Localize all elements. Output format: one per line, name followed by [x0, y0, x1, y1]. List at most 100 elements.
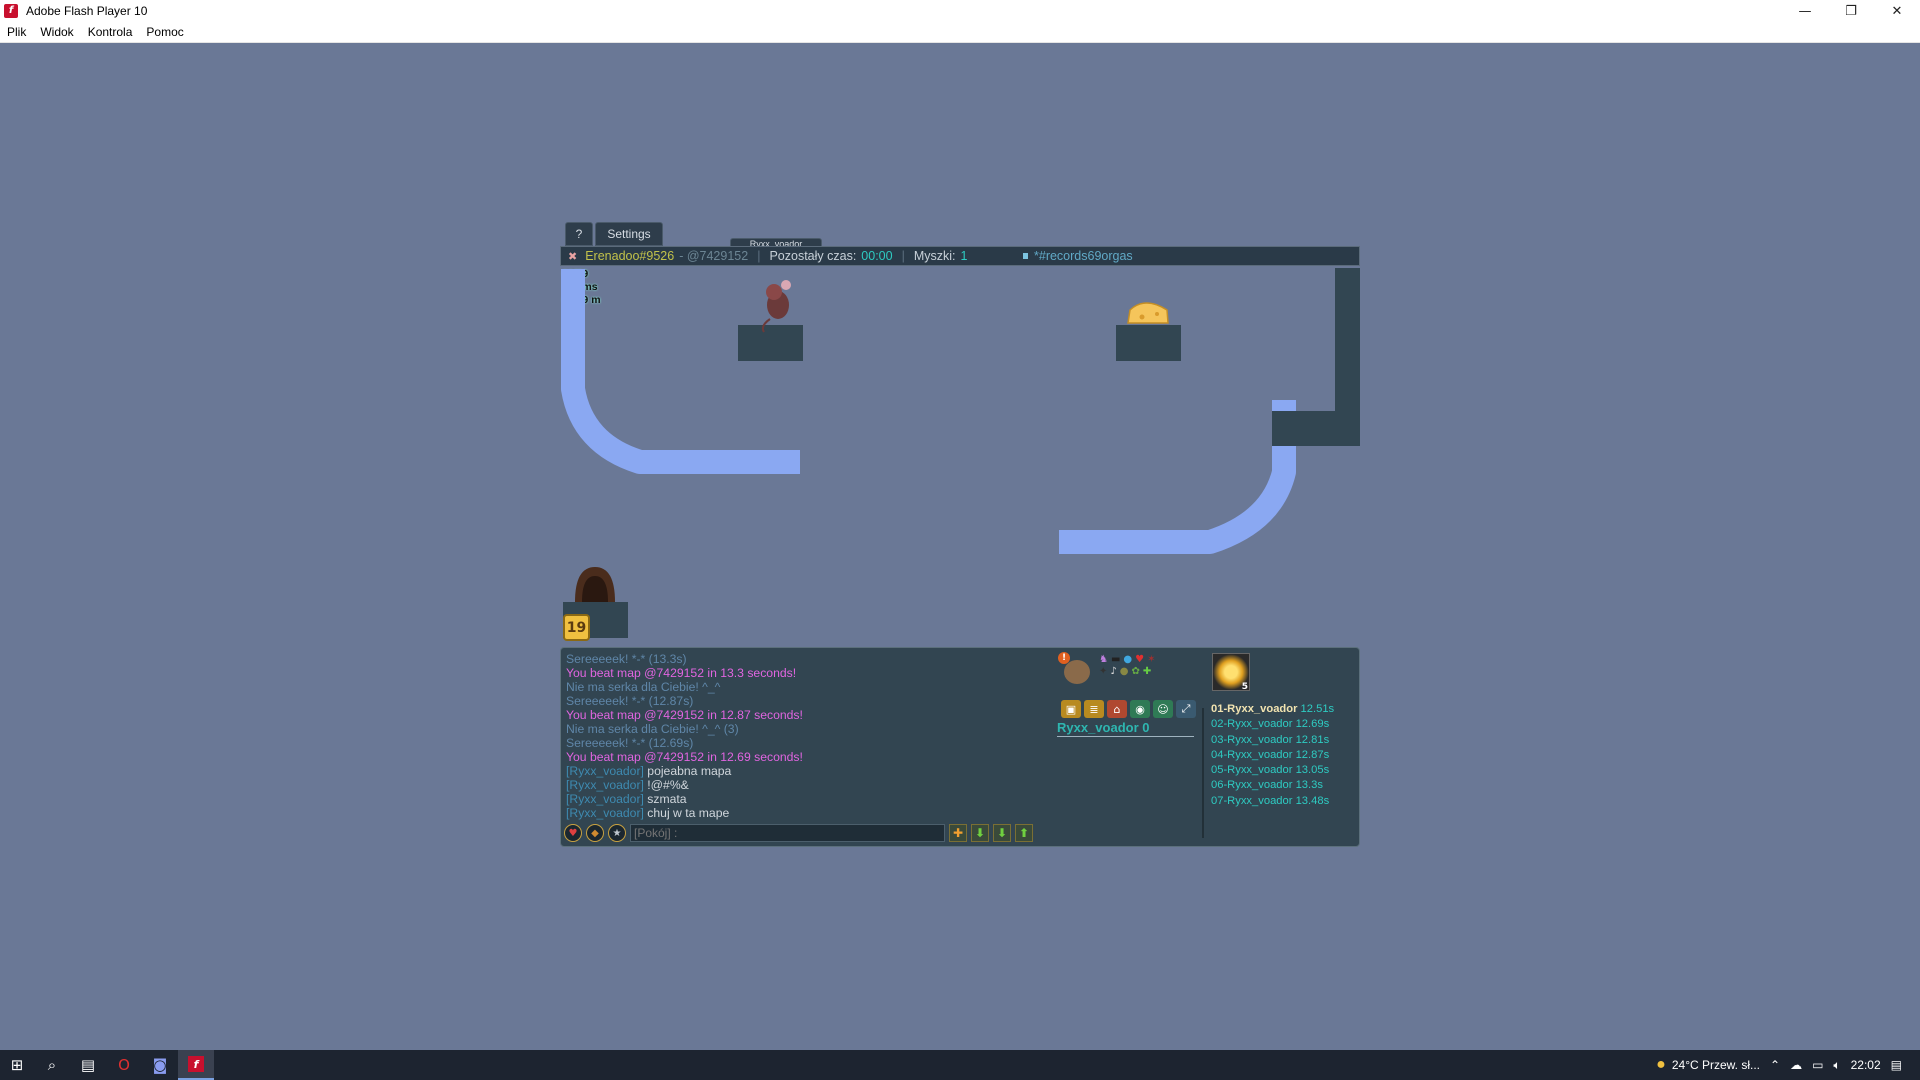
badge-count: 5 — [1241, 682, 1248, 692]
ranking-time: 13.05s — [1295, 764, 1330, 777]
chat-line: [Ryxx_voador] chuj w ta mape — [566, 806, 1066, 820]
search-icon[interactable]: ⌕ — [34, 1050, 70, 1080]
ranking-time: 12.87s — [1295, 748, 1330, 761]
mouse-hole — [575, 567, 615, 602]
chat-text: chuj w ta mape — [647, 806, 730, 820]
profile-underline — [1057, 736, 1194, 737]
heart-icon[interactable]: ♥ — [564, 824, 582, 842]
title-bar: f Adobe Flash Player 10 — ❐ ✕ — [0, 0, 1920, 22]
ranking-label: 05-Ryxx_voador — [1211, 764, 1293, 777]
mouse-avatar-icon — [1064, 660, 1090, 684]
profile-name: Ryxx_voador 0 — [1057, 720, 1150, 735]
ranking-time: 13.48s — [1295, 794, 1330, 807]
chat-line: Sereeeeek! *-* (13.3s) — [566, 652, 687, 666]
ranking-list: 01-Ryxx_voador 12.51s 02-Ryxx_voador 12.6… — [1211, 702, 1334, 809]
chevron-up-icon[interactable]: ⌃ — [1770, 1058, 1780, 1072]
ranking-row: 02-Ryxx_voador 12.69s — [1211, 717, 1334, 732]
chat-line: Nie ma serka dla Ciebie! ^_^ (3) — [566, 722, 739, 736]
list-icon[interactable]: ≣ — [1084, 700, 1104, 718]
shop-icon[interactable]: ▣ — [1061, 700, 1081, 718]
badge-sun-icon[interactable]: 5 — [1212, 653, 1250, 692]
left-track — [561, 269, 800, 474]
chat-line: [Ryxx_voador] !@#%& — [566, 778, 1066, 792]
ranking-time: 12.81s — [1295, 733, 1330, 746]
chat-line: You beat map @7429152 in 12.87 seconds! — [566, 708, 803, 722]
ranking-time: 13.3s — [1295, 779, 1323, 792]
ranking-time: 12.51s — [1300, 703, 1335, 715]
menu-widok[interactable]: Widok — [33, 25, 80, 39]
add-icon[interactable]: ✚ — [949, 824, 967, 842]
arrow-down-icon[interactable]: ⬇ — [971, 824, 989, 842]
ranking-label: 01-Ryxx_voador — [1211, 703, 1298, 715]
chat-text: pojeabna mapa — [647, 764, 732, 778]
discord-taskbar-icon[interactable]: ◙ — [142, 1050, 178, 1080]
window-title: Adobe Flash Player 10 — [26, 4, 148, 18]
clock[interactable]: 22:02 — [1851, 1058, 1881, 1072]
chat-line: You beat map @7429152 in 12.69 seconds! — [566, 750, 803, 764]
chat-author[interactable]: [Ryxx_voador] — [566, 764, 644, 778]
right-track — [1059, 400, 1296, 554]
chat-line: Sereeeeek! *-* (12.69s) — [566, 736, 694, 750]
discord-icon[interactable]: ☺ — [1153, 700, 1173, 718]
cheese-counter: 19 — [563, 614, 590, 641]
cheese-sprite — [1127, 302, 1169, 324]
chat-author[interactable]: [Ryxx_voador] — [566, 792, 644, 806]
ranking-row: 05-Ryxx_voador 13.05s — [1211, 763, 1334, 778]
tribe-icon[interactable]: ◆ — [586, 824, 604, 842]
menu-bar: Plik Widok Kontrola Pomoc — [0, 22, 1920, 43]
weather-icon[interactable]: ● — [1656, 1056, 1666, 1074]
menu-pomoc[interactable]: Pomoc — [139, 25, 190, 39]
ranking-label: 04-Ryxx_voador — [1211, 748, 1293, 761]
taskbar: ⊞ ⌕ ▤ O ◙ f ● 24°C Przew. sł... ⌃ ☁ ▭ 🔈︎… — [0, 1050, 1920, 1080]
right-platform — [1116, 325, 1181, 361]
chat-line: Sereeeeek! *-* (12.87s) — [566, 694, 694, 708]
game-area[interactable]: ? Settings Ryxx_voador ✖ Erenadoo#9526 -… — [560, 222, 1360, 847]
ranking-row: 07-Ryxx_voador 13.48s — [1211, 794, 1334, 809]
chat-bubble-icon[interactable]: ◉ — [1130, 700, 1150, 718]
ranking-divider — [1202, 708, 1204, 838]
chat-log: Sereeeeek! *-* (13.3s) You beat map @7429… — [566, 652, 1066, 820]
ranking-label: 07-Ryxx_voador — [1211, 794, 1293, 807]
chat-bar: ♥ ◆ ★ ✚ ⬇ ⬇ ⬆ — [564, 823, 1064, 843]
chat-line: [Ryxx_voador] pojeabna mapa — [566, 764, 1066, 778]
ranking-row: 03-Ryxx_voador 12.81s — [1211, 733, 1334, 748]
menu-plik[interactable]: Plik — [0, 25, 33, 39]
chat-line: [Ryxx_voador] szmata — [566, 792, 1066, 806]
network-icon[interactable]: ▭ — [1812, 1058, 1823, 1072]
friends-icon[interactable]: ★ — [608, 824, 626, 842]
cloud-icon[interactable]: ☁ — [1790, 1058, 1802, 1072]
opera-icon[interactable]: O — [106, 1050, 142, 1080]
minimize-button[interactable]: — — [1782, 0, 1828, 22]
ranking-label: 02-Ryxx_voador — [1211, 718, 1293, 731]
restore-button[interactable]: ❐ — [1828, 0, 1874, 22]
volume-icon[interactable]: 🔈︎ — [1833, 1058, 1840, 1073]
close-button[interactable]: ✕ — [1874, 0, 1920, 22]
flash-player-taskbar-icon[interactable]: f — [178, 1050, 214, 1080]
chat-line: You beat map @7429152 in 13.3 seconds! — [566, 666, 797, 680]
weather-text[interactable]: 24°C Przew. sł... — [1672, 1058, 1760, 1072]
ranking-row: 01-Ryxx_voador 12.51s — [1211, 702, 1334, 717]
right-ledge — [1272, 411, 1360, 446]
task-view-icon[interactable]: ▤ — [70, 1050, 106, 1080]
flash-player-icon: f — [4, 4, 18, 18]
menu-kontrola[interactable]: Kontrola — [81, 25, 140, 39]
chat-input[interactable] — [630, 824, 945, 842]
tribe-house-icon[interactable]: ⌂ — [1107, 700, 1127, 718]
arrow-down-icon[interactable]: ⬇ — [993, 824, 1011, 842]
windows-start-icon[interactable]: ⊞ — [0, 1050, 34, 1080]
item-icons: ♞▬●♥✶ ✦♪●✿✚ — [1099, 654, 1159, 677]
chat-author[interactable]: [Ryxx_voador] — [566, 778, 644, 792]
chat-author[interactable]: [Ryxx_voador] — [566, 806, 644, 820]
chat-line: Nie ma serka dla Ciebie! ^_^ — [566, 680, 721, 694]
window-controls: — ❐ ✕ — [1782, 0, 1920, 22]
ranking-label: 06-Ryxx_voador — [1211, 779, 1293, 792]
bottom-panel: Sereeeeek! *-* (13.3s) You beat map @7429… — [560, 647, 1360, 847]
fullscreen-icon[interactable]: ⤢ — [1176, 700, 1196, 718]
chat-text: !@#%& — [647, 778, 689, 792]
chat-text: szmata — [647, 792, 687, 806]
notification-icon[interactable]: ▤ — [1891, 1058, 1902, 1072]
arrow-up-icon[interactable]: ⬆ — [1015, 824, 1033, 842]
ranking-time: 12.69s — [1295, 718, 1330, 731]
ranking-row: 04-Ryxx_voador 12.87s — [1211, 748, 1334, 763]
avatar[interactable]: ! — [1058, 652, 1094, 692]
